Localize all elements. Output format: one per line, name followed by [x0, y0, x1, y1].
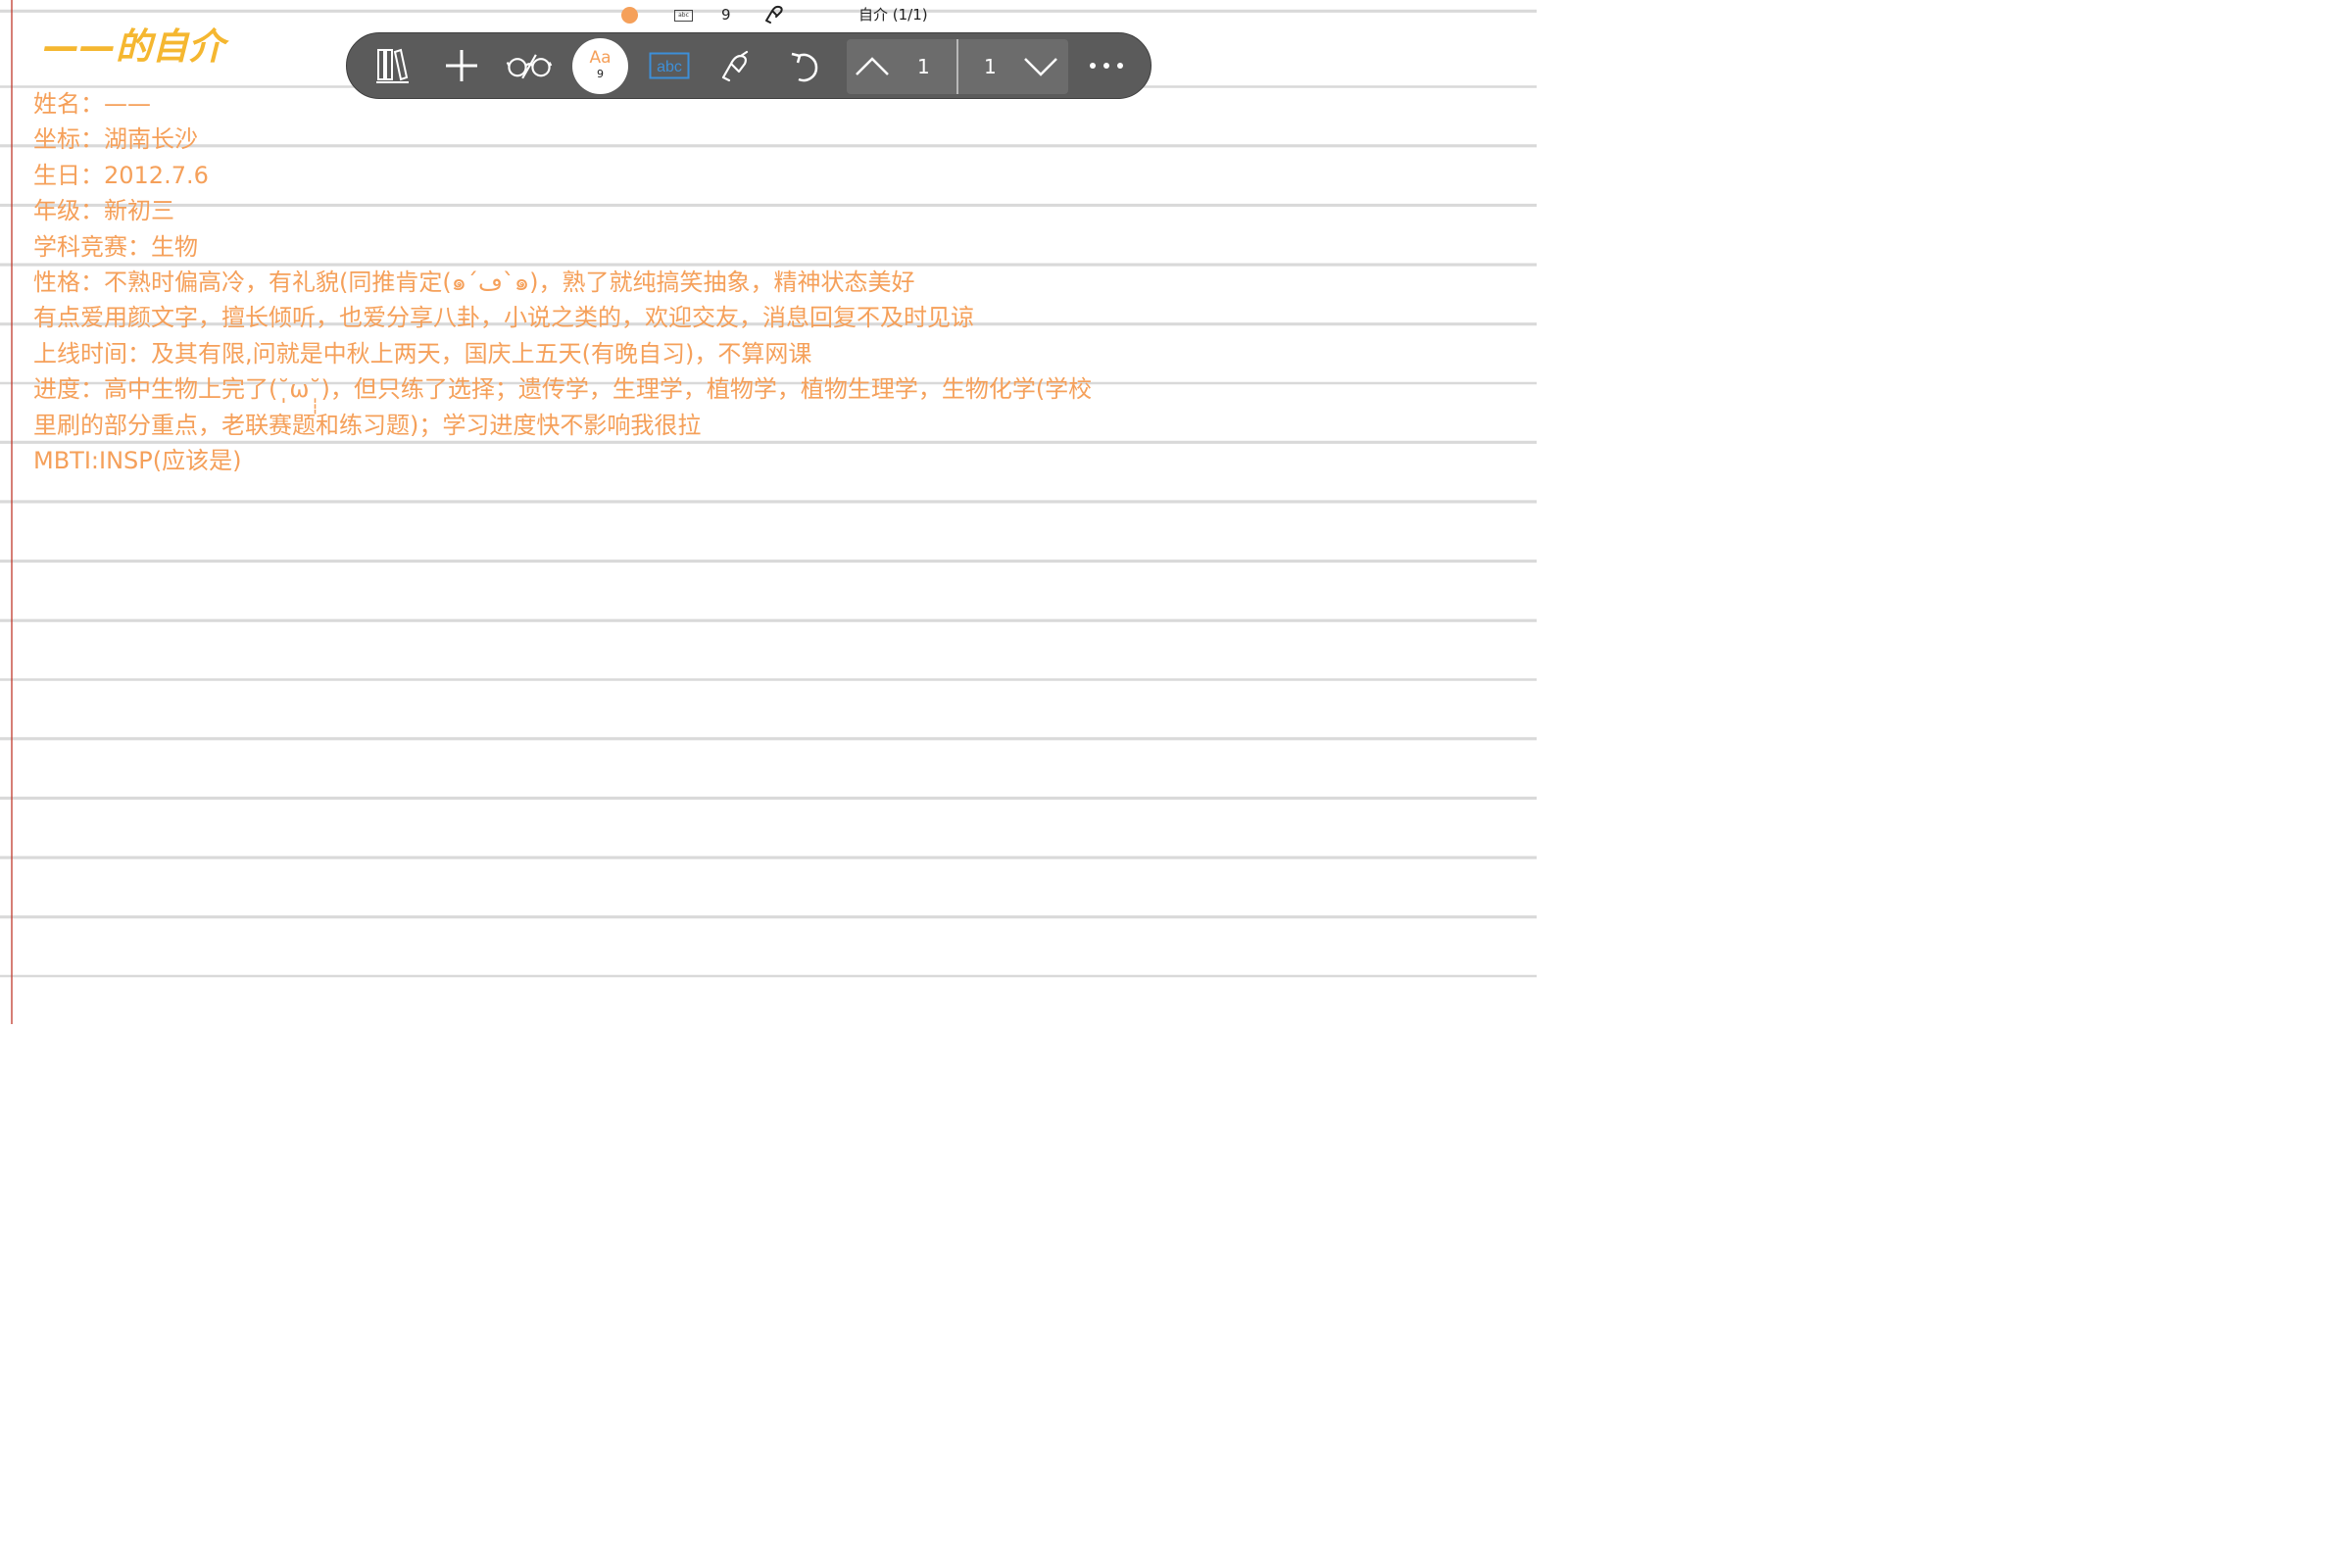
note-page[interactable]: abc 9 自介 (1/1) Aa 9 abc 1 1 ——的自介 姓名：—— … — [0, 0, 1537, 1024]
note-text-line[interactable]: 性格：不熟时偏高冷，有礼貌(同推肯定(๑´ڡ`๑)，熟了就纯搞笑抽象，精神状态美… — [33, 265, 1503, 300]
note-text-line[interactable]: 有点爱用颜文字，擅长倾听，也爱分享八卦，小说之类的，欢迎交友，消息回复不及时见谅 — [33, 300, 1503, 335]
note-text-line[interactable]: 学科竞赛：生物 — [33, 229, 1503, 265]
finger-draw-icon — [721, 50, 749, 82]
undo-button[interactable] — [781, 42, 828, 89]
more-dots-icon — [1090, 63, 1123, 69]
glasses-icon — [506, 54, 553, 79]
note-title[interactable]: ——的自介 — [43, 24, 224, 71]
input-mode-icon[interactable]: abc — [674, 10, 693, 22]
font-aa-label: Aa — [589, 48, 612, 68]
status-strip: abc 9 自介 (1/1) — [0, 0, 1537, 29]
current-page-number: 1 — [917, 55, 930, 78]
add-button[interactable] — [438, 42, 485, 89]
note-text-line[interactable]: 上线时间：及其有限,问就是中秋上两天，国庆上五天(有晚自习)，不算网课 — [33, 336, 1503, 371]
text-mode-button[interactable]: abc — [646, 42, 693, 89]
text-box-icon: abc — [649, 52, 690, 79]
total-page-number: 1 — [984, 55, 997, 78]
note-text-line[interactable]: 生日：2012.7.6 — [33, 158, 1503, 193]
read-mode-button[interactable] — [506, 42, 553, 89]
chevron-up-icon[interactable] — [853, 47, 892, 86]
note-text-line[interactable]: 姓名：—— — [33, 86, 1503, 122]
more-button[interactable] — [1083, 42, 1130, 89]
font-size-indicator: 9 — [721, 6, 731, 24]
plus-icon — [446, 50, 477, 81]
font-size-label: 9 — [597, 68, 604, 80]
handwriting-button[interactable] — [713, 42, 760, 89]
note-text-line[interactable]: 进度：高中生物上完了(˘̩̩̩ω˘̩̩̩)，但只练了选择；遗传学，生理学，植物学… — [33, 371, 1503, 407]
note-text-line[interactable]: MBTI:INSP(应该是) — [33, 443, 1503, 478]
note-text-line[interactable]: 坐标：湖南长沙 — [33, 122, 1503, 157]
library-icon — [376, 48, 409, 83]
note-title-indicator: 自介 (1/1) — [858, 6, 928, 24]
library-button[interactable] — [368, 42, 416, 89]
note-text-line[interactable]: 里刷的部分重点，老联赛题和练习题)；学习进度快不影响我很拉 — [33, 408, 1503, 443]
svg-text:abc: abc — [657, 59, 682, 75]
chevron-down-icon[interactable] — [1021, 47, 1060, 86]
margin-line — [11, 0, 13, 1024]
note-body[interactable]: 姓名：—— 坐标：湖南长沙 生日：2012.7.6 年级：新初三 学科竞赛：生物 性格：不… — [33, 86, 1503, 478]
undo-icon — [791, 52, 818, 82]
finger-pen-icon[interactable] — [762, 3, 788, 24]
note-text-line[interactable]: 年级：新初三 — [33, 193, 1503, 228]
pen-color-indicator[interactable] — [621, 7, 638, 24]
